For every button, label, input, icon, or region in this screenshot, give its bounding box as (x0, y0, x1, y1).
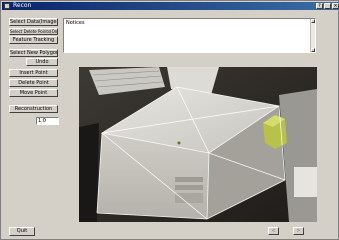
select-new-polygon-button[interactable]: Select New Polygon (9, 49, 58, 57)
delete-point-button[interactable]: Delete Point (9, 79, 58, 87)
insert-point-button[interactable]: Insert Point (9, 69, 58, 77)
next-button[interactable]: > (293, 227, 304, 235)
notices-scrollbar[interactable] (310, 19, 315, 52)
window-title: Recon (13, 2, 32, 9)
help-button[interactable]: ? (316, 3, 323, 9)
minimize-button[interactable]: _ (324, 3, 331, 9)
recon-window: Recon ? _ × Select Data(Image) Select De… (0, 0, 339, 240)
notices-label: Notices (66, 20, 85, 26)
image-canvas[interactable] (79, 67, 317, 222)
feature-tracking-button[interactable]: Feature Tracking (9, 36, 58, 44)
notices-panel: Notices (63, 18, 316, 53)
photo-with-polygon-overlay[interactable] (79, 67, 317, 222)
title-bar[interactable]: Recon ? _ × (2, 2, 339, 10)
undo-button[interactable]: Undo (26, 58, 58, 66)
reconstruction-button[interactable]: Reconstruction (9, 105, 58, 113)
scroll-down-arrow-icon[interactable] (311, 48, 315, 52)
select-delete-points-button[interactable]: Select Delete Points(Only) (9, 28, 58, 35)
prev-button[interactable]: < (268, 227, 279, 235)
close-button[interactable]: × (332, 3, 339, 9)
quit-button[interactable]: Quit (9, 227, 35, 236)
scroll-up-arrow-icon[interactable] (311, 19, 315, 23)
app-icon (4, 3, 10, 9)
zoom-input[interactable]: 1.0 (36, 117, 59, 125)
select-data-image-button[interactable]: Select Data(Image) (9, 18, 58, 26)
move-point-button[interactable]: Move Point (9, 89, 58, 97)
